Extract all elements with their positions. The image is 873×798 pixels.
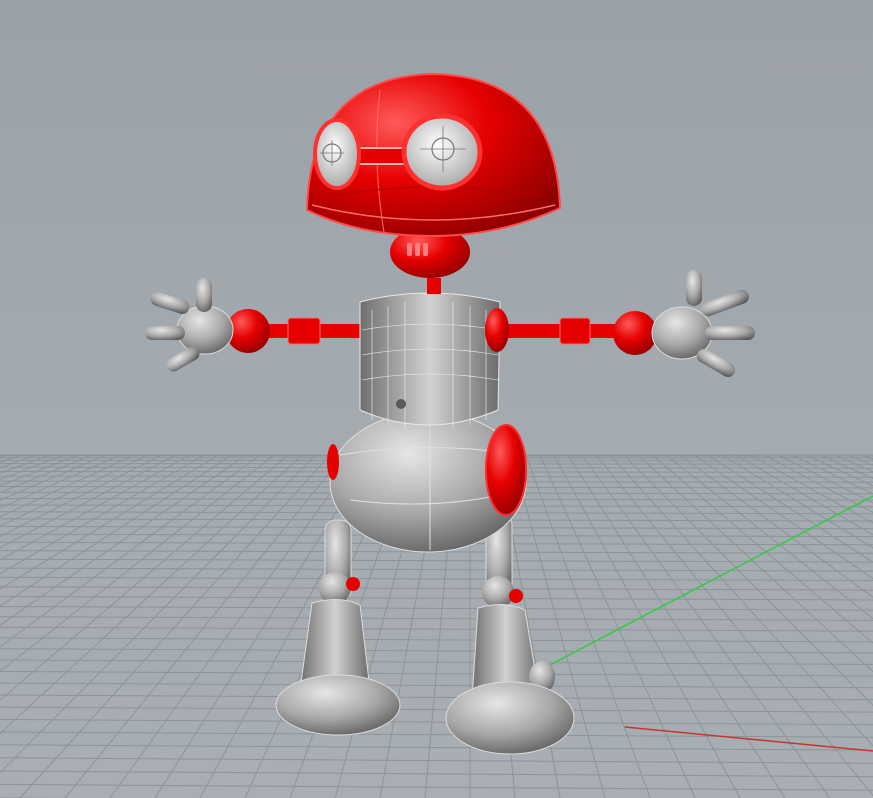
grid-line	[0, 454, 163, 538]
grid-line	[0, 783, 873, 791]
grid-line	[0, 659, 873, 665]
grid-line	[0, 558, 873, 563]
hip-sphere[interactable]	[327, 411, 527, 553]
right-arm[interactable]	[490, 270, 755, 380]
grid-line	[0, 682, 873, 689]
grid-line	[0, 757, 873, 764]
grid-line	[0, 606, 873, 611]
left-arm[interactable]	[145, 278, 365, 374]
grid-line	[0, 744, 873, 751]
grid-line	[0, 770, 873, 778]
grid-line	[0, 616, 873, 621]
grid-line	[0, 454, 65, 480]
right-eye[interactable]	[401, 113, 483, 191]
left-eye[interactable]	[313, 118, 361, 190]
grid-line	[0, 694, 873, 701]
grid-line	[0, 454, 51, 474]
grid-line	[0, 576, 873, 581]
3d-viewport[interactable]	[0, 0, 873, 798]
x-axis-line	[624, 726, 873, 752]
grid-line	[0, 454, 191, 561]
grid-line	[0, 596, 873, 601]
scene-canvas[interactable]	[0, 0, 873, 798]
grid-line	[0, 626, 873, 632]
grid-line	[0, 731, 873, 738]
grid-line	[0, 454, 107, 501]
grid-line	[0, 454, 37, 469]
grid-line	[0, 648, 873, 654]
right-leg[interactable]	[445, 514, 575, 755]
grid-line	[0, 454, 205, 575]
grid-line	[0, 454, 219, 590]
grid-line	[0, 706, 873, 713]
torso[interactable]	[359, 278, 509, 428]
grid-line	[0, 719, 873, 726]
head-dome[interactable]	[305, 72, 562, 238]
